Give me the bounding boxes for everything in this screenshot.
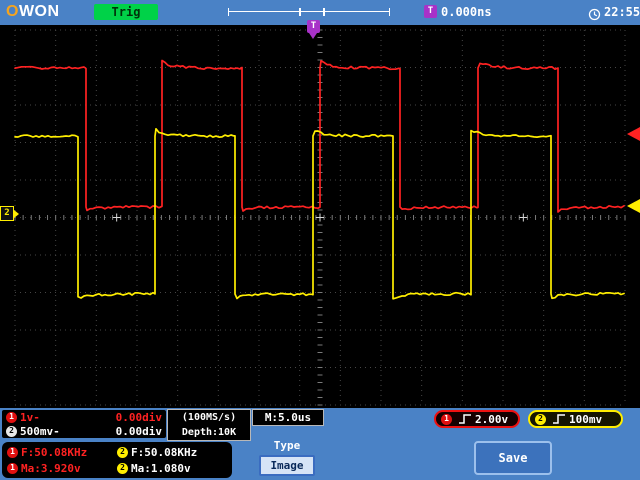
ch1-offset-value: 0.00div [115,410,162,424]
sample-rate-readout: (100MS/s) [181,412,237,423]
ch1-max-readout: Ma:3.920v [21,461,81,475]
ch1-number-badge: 1 [441,413,452,425]
ch2-frequency-cell: 2 F:50.08KHz [117,446,227,459]
ch2-max-cell: 2 Ma:1.080v [117,462,227,475]
record-depth-readout: Depth:10K [181,427,237,438]
vertical-offset-panel: 1 1v- 0.00div 2 500mv- 0.00div [2,410,166,438]
memory-window-indicator [299,8,325,16]
ch1-offset-row: 1 1v- 0.00div [2,410,166,424]
waveform-display [0,25,640,408]
ch1-number-badge: 1 [7,462,18,474]
type-image-option[interactable]: Image [259,455,315,476]
ch2-offset-row: 2 500mv- 0.00div [2,424,166,438]
memory-position-bar [228,8,390,16]
ch2-number-badge: 2 [117,446,128,458]
rising-edge-icon [553,414,565,424]
clock-icon [588,6,601,21]
trigger-status-badge: Trig [94,4,158,20]
measurement-panel: 1 F:50.08KHz 2 F:50.08KHz 1 Ma:3.920v 2 … [2,442,232,478]
ch1-number-badge: 1 [7,446,18,458]
trigger-offset-readout: 0.000ns [441,5,492,19]
ch2-ground-label: 2 [0,206,14,221]
ch2-max-readout: Ma:1.080v [131,461,191,475]
ch1-frequency-readout: F:50.08KHz [21,445,88,459]
brand-logo: OWON [6,3,60,21]
ch1-max-cell: 1 Ma:3.920v [7,462,117,475]
logo-letters-won: WON [18,3,60,20]
clock-readout: 22:55 [604,5,640,19]
trigger-position-marker: T [307,20,320,39]
logo-letter-o: O [6,3,19,20]
ch1-number-badge: 1 [6,411,17,423]
ch2-scale-badge: 2 100mv [528,410,623,428]
ch2-level-marker-icon [627,199,640,213]
ch2-offset-value: 0.00div [115,424,162,438]
top-bar: OWON Trig T 0.000ns 22:55 [0,0,640,25]
rising-edge-icon [459,414,471,424]
ch2-vdiv-label: 500mv- [20,424,60,438]
trigger-position-arrow-icon [309,33,317,39]
save-button[interactable]: Save [474,441,552,475]
timebase-readout: M:5.0us [252,409,324,426]
ch1-level-marker-icon [627,127,640,141]
trigger-time-icon: T [424,5,437,18]
acquisition-panel: (100MS/s) Depth:10K [167,409,251,441]
ch1-scale-readout: 2.00v [475,412,509,426]
ch2-number-badge: 2 [117,462,128,474]
ch2-number-badge: 2 [6,425,17,437]
save-type-menu: Type Image [252,437,322,480]
trigger-position-icon: T [307,20,320,33]
ch1-scale-badge: 1 2.00v [434,410,520,428]
ch2-ground-marker: 2 [0,206,19,221]
oscilloscope-ui: OWON Trig T 0.000ns 22:55 T 2 1 1v- 0.00… [0,0,640,480]
type-menu-label: Type [273,439,301,452]
ch2-ground-arrow-icon [14,209,19,218]
ch1-frequency-cell: 1 F:50.08KHz [7,446,117,459]
ch1-vdiv-label: 1v- [20,410,40,424]
scope-graticule [14,29,626,406]
ch2-scale-readout: 100mv [569,412,603,426]
ch2-frequency-readout: F:50.08KHz [131,445,198,459]
status-bar: 1 1v- 0.00div 2 500mv- 0.00div (100MS/s)… [0,408,640,480]
ch2-number-badge: 2 [535,413,546,425]
